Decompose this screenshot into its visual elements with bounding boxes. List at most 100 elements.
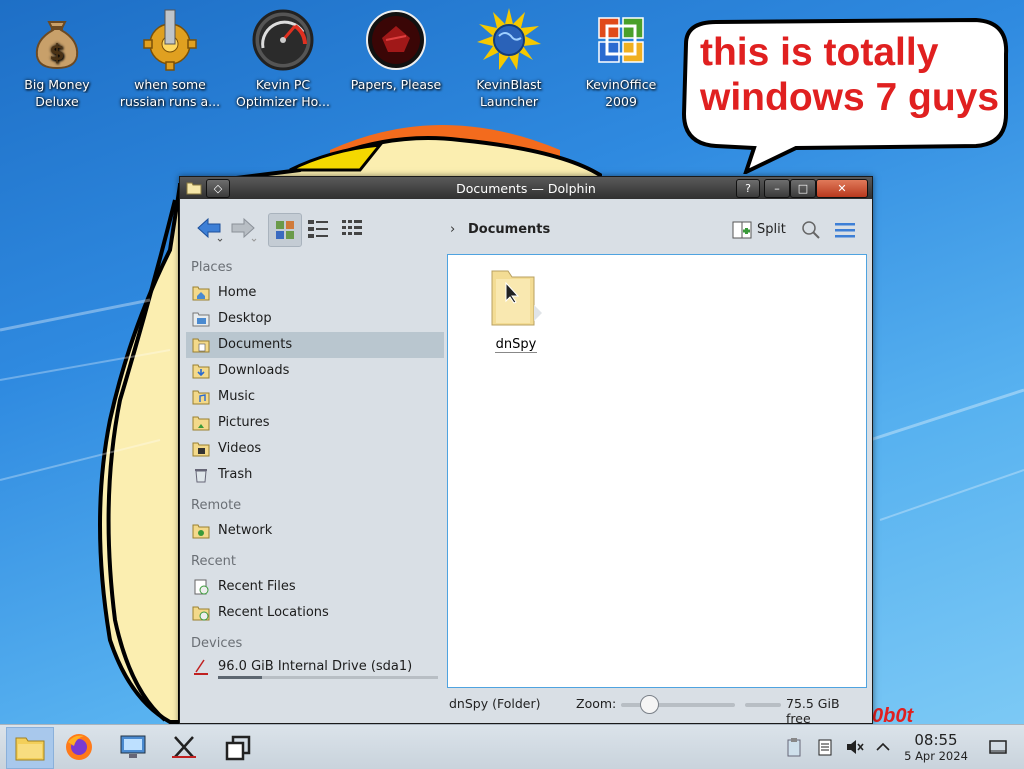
places-item-label: Network bbox=[218, 523, 273, 538]
back-arrow-icon[interactable] bbox=[194, 213, 224, 243]
search-icon[interactable] bbox=[800, 219, 822, 241]
taskbar-system-settings[interactable] bbox=[110, 727, 156, 767]
file-manager-icon bbox=[15, 737, 45, 761]
taskbar-file-manager[interactable] bbox=[6, 727, 54, 769]
status-selection: dnSpy (Folder) bbox=[449, 696, 541, 711]
dolphin-window: ◇ Documents — Dolphin ? – □ ✕ › Document bbox=[179, 176, 873, 726]
desktop-icon-big-money-deluxe[interactable]: $ Big Money Deluxe bbox=[2, 8, 112, 110]
places-item-label: Downloads bbox=[218, 363, 290, 378]
taskbar: 08:55 5 Apr 2024 bbox=[0, 724, 1024, 769]
drive-usage-fill bbox=[218, 676, 262, 679]
clipboard-icon[interactable] bbox=[784, 737, 804, 757]
taskbar-x-app[interactable] bbox=[160, 727, 206, 767]
split-icon bbox=[732, 221, 752, 239]
clock[interactable]: 08:55 5 Apr 2024 bbox=[896, 732, 976, 764]
places-item-label: Recent Files bbox=[218, 579, 296, 594]
taskbar-firefox[interactable] bbox=[56, 727, 102, 767]
desktop-icon-label: Launcher bbox=[479, 94, 539, 109]
places-item-label: Documents bbox=[218, 337, 293, 352]
places-item-label: Home bbox=[218, 285, 257, 300]
maximize-button[interactable]: □ bbox=[790, 179, 816, 198]
compact-view-button[interactable] bbox=[302, 213, 334, 245]
file-name: dnSpy bbox=[494, 337, 538, 353]
documents-folder-icon bbox=[192, 338, 210, 353]
desktop-icon-label: KevinBlast bbox=[476, 77, 542, 92]
places-section-title: Places bbox=[191, 260, 233, 275]
notes-icon[interactable] bbox=[815, 737, 835, 757]
places-item-trash[interactable]: Trash bbox=[186, 462, 444, 488]
desktop-icon-label: russian runs a... bbox=[119, 94, 221, 109]
split-label: Split bbox=[757, 222, 786, 237]
desktop-icon-label: 2009 bbox=[605, 94, 637, 109]
places-panel: Places Home Desktop Documents Downloads … bbox=[186, 255, 444, 711]
drive-icon bbox=[194, 659, 208, 675]
places-item-network[interactable]: Network bbox=[186, 518, 444, 544]
devices-section-title: Devices bbox=[191, 636, 243, 651]
places-item-videos[interactable]: Videos bbox=[186, 436, 444, 462]
places-item-label: 96.0 GiB Internal Drive (sda1) bbox=[218, 659, 413, 674]
desktop-icon-label: Deluxe bbox=[35, 94, 79, 109]
firefox-icon bbox=[66, 734, 92, 760]
desktop-icon-label: Big Money bbox=[24, 77, 90, 92]
window-titlebar[interactable]: ◇ Documents — Dolphin ? – □ ✕ bbox=[180, 177, 872, 199]
folder-icon bbox=[491, 270, 542, 326]
show-desktop-icon[interactable] bbox=[988, 737, 1008, 757]
status-bar: dnSpy (Folder) Zoom: 75.5 GiB free bbox=[447, 693, 867, 726]
free-space-label: 75.5 GiB free bbox=[786, 696, 840, 726]
window-switcher-icon bbox=[225, 735, 251, 761]
places-item-desktop[interactable]: Desktop bbox=[186, 306, 444, 332]
places-item-recent-files[interactable]: Recent Files bbox=[186, 574, 444, 600]
places-item-music[interactable]: Music bbox=[186, 384, 444, 410]
desktop-icon-papers-please[interactable]: Papers, Please bbox=[341, 8, 451, 93]
places-item-downloads[interactable]: Downloads bbox=[186, 358, 444, 384]
desktop-icon-label: KevinOffice bbox=[585, 77, 657, 92]
volume-muted-icon[interactable] bbox=[845, 737, 865, 757]
forward-arrow-icon[interactable] bbox=[228, 213, 258, 243]
desktop-icon-label: Optimizer Ho... bbox=[236, 94, 330, 109]
money-bag-icon: $ bbox=[35, 21, 79, 70]
desktop-icon-russian[interactable]: when some russian runs a... bbox=[115, 8, 225, 110]
icons-view-button[interactable] bbox=[268, 213, 302, 247]
places-item-pictures[interactable]: Pictures bbox=[186, 410, 444, 436]
places-item-documents[interactable]: Documents bbox=[186, 332, 444, 358]
places-item-label: Desktop bbox=[218, 311, 272, 326]
speedometer-icon bbox=[252, 9, 314, 71]
chevron-up-icon[interactable] bbox=[873, 737, 893, 757]
drive-usage-bar bbox=[218, 676, 438, 679]
places-item-label: Music bbox=[218, 389, 255, 404]
places-item-home[interactable]: Home bbox=[186, 280, 444, 306]
speech-line: this is totally bbox=[700, 31, 939, 74]
zoom-slider-handle[interactable] bbox=[640, 695, 660, 714]
file-item-dnspy[interactable]: dnSpy bbox=[484, 265, 548, 353]
details-view-button[interactable] bbox=[336, 213, 368, 245]
file-view[interactable]: dnSpy bbox=[447, 254, 867, 688]
remote-section-title: Remote bbox=[191, 498, 242, 513]
minimize-button[interactable]: – bbox=[764, 179, 790, 198]
videos-folder-icon bbox=[192, 442, 210, 457]
places-item-recent-locations[interactable]: Recent Locations bbox=[186, 600, 444, 626]
recent-files-icon bbox=[194, 579, 209, 595]
breadcrumb[interactable]: Documents bbox=[468, 222, 550, 237]
close-button[interactable]: ✕ bbox=[816, 179, 868, 198]
free-space-bar bbox=[745, 703, 781, 707]
help-button[interactable]: ? bbox=[736, 179, 760, 198]
desktop-icon-label: when some bbox=[134, 77, 206, 92]
details-view-icon bbox=[342, 220, 362, 235]
svg-text:$: $ bbox=[49, 41, 64, 66]
globe-icon bbox=[477, 8, 541, 70]
hamburger-menu-icon[interactable] bbox=[834, 221, 856, 239]
places-item-label: Videos bbox=[218, 441, 262, 456]
desktop-icon-kevinblast-launcher[interactable]: KevinBlast Launcher bbox=[454, 8, 564, 110]
desktop-icon-kevin-pc-optimizer[interactable]: Kevin PC Optimizer Ho... bbox=[228, 8, 338, 110]
recent-locations-icon bbox=[192, 606, 210, 621]
places-item-internal-drive[interactable]: 96.0 GiB Internal Drive (sda1) bbox=[186, 654, 444, 682]
desktop-icon-kevinoffice-2009[interactable]: KevinOffice 2009 bbox=[566, 8, 676, 110]
zoom-slider[interactable] bbox=[621, 703, 735, 707]
taskbar-window-switcher[interactable] bbox=[214, 727, 260, 767]
recent-section-title: Recent bbox=[191, 554, 236, 569]
music-folder-icon bbox=[192, 390, 210, 405]
speech-line: windows 7 guys bbox=[700, 76, 1000, 119]
network-folder-icon bbox=[192, 524, 210, 539]
gear-icon bbox=[143, 9, 197, 71]
desktop-icon-label: Papers, Please bbox=[350, 77, 442, 92]
